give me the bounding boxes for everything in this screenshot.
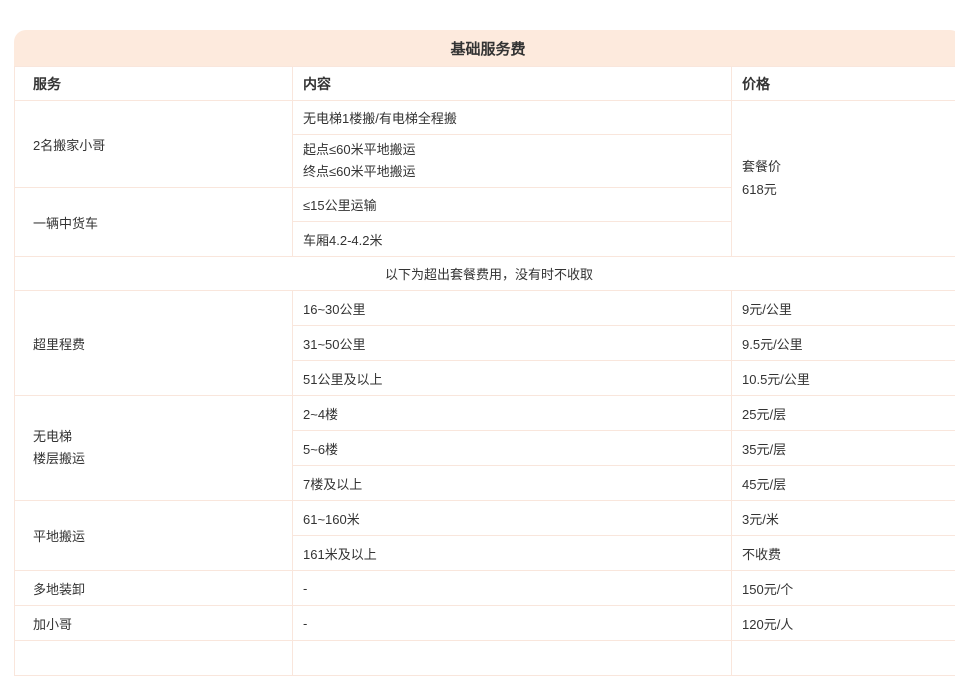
service-cell: 无电梯 楼层搬运 xyxy=(15,396,293,501)
price-cell xyxy=(732,641,955,676)
price-cell: 120元/人 xyxy=(732,606,955,641)
banner-note: 以下为超出套餐费用，没有时不收取 xyxy=(15,257,955,291)
table-row: 平地搬运 61~160米 3元/米 xyxy=(15,501,955,536)
table-row: 多地装卸 - 150元/个 xyxy=(15,571,955,606)
price-cell: 150元/个 xyxy=(732,571,955,606)
content-cell: 车厢4.2-4.2米 xyxy=(293,222,732,257)
price-cell: 套餐价 618元 xyxy=(732,101,955,257)
table-row: 加小哥 - 120元/人 xyxy=(15,606,955,641)
service-cell: 多地装卸 xyxy=(15,571,293,606)
content-cell: 无电梯1楼搬/有电梯全程搬 xyxy=(293,101,732,135)
content-cell: 161米及以上 xyxy=(293,536,732,571)
content-cell: 7楼及以上 xyxy=(293,466,732,501)
content-cell: - xyxy=(293,606,732,641)
content-cell: - xyxy=(293,571,732,606)
price-cell: 不收费 xyxy=(732,536,955,571)
content-cell: 2~4楼 xyxy=(293,396,732,431)
price-cell: 45元/层 xyxy=(732,466,955,501)
price-cell: 9.5元/公里 xyxy=(732,326,955,361)
content-cell: ≤15公里运输 xyxy=(293,188,732,222)
table-row: 2名搬家小哥 无电梯1楼搬/有电梯全程搬 套餐价 618元 xyxy=(15,101,955,135)
content-cell: 5~6楼 xyxy=(293,431,732,466)
table-row xyxy=(15,641,955,676)
price-cell: 35元/层 xyxy=(732,431,955,466)
banner-row: 以下为超出套餐费用，没有时不收取 xyxy=(15,257,955,291)
price-cell: 25元/层 xyxy=(732,396,955,431)
col-header-service: 服务 xyxy=(15,67,293,101)
content-cell: 起点≤60米平地搬运 终点≤60米平地搬运 xyxy=(293,135,732,188)
pricing-table: 服务 内容 价格 2名搬家小哥 无电梯1楼搬/有电梯全程搬 套餐价 618元 起… xyxy=(14,66,955,676)
pricing-card-title: 基础服务费 xyxy=(14,30,955,66)
service-cell: 平地搬运 xyxy=(15,501,293,571)
price-cell: 10.5元/公里 xyxy=(732,361,955,396)
table-row: 无电梯 楼层搬运 2~4楼 25元/层 xyxy=(15,396,955,431)
service-cell xyxy=(15,641,293,676)
table-header-row: 服务 内容 价格 xyxy=(15,67,955,101)
col-header-content: 内容 xyxy=(293,67,732,101)
price-cell: 3元/米 xyxy=(732,501,955,536)
content-cell: 16~30公里 xyxy=(293,291,732,326)
table-row: 超里程费 16~30公里 9元/公里 xyxy=(15,291,955,326)
service-cell: 加小哥 xyxy=(15,606,293,641)
service-cell: 2名搬家小哥 xyxy=(15,101,293,188)
price-cell: 9元/公里 xyxy=(732,291,955,326)
content-cell: 51公里及以上 xyxy=(293,361,732,396)
service-cell: 超里程费 xyxy=(15,291,293,396)
content-cell: 61~160米 xyxy=(293,501,732,536)
service-cell: 一辆中货车 xyxy=(15,188,293,257)
content-cell xyxy=(293,641,732,676)
content-cell: 31~50公里 xyxy=(293,326,732,361)
col-header-price: 价格 xyxy=(732,67,955,101)
pricing-card: 基础服务费 服务 内容 价格 2名搬家小哥 无电梯1楼搬/有电梯全程搬 套餐价 … xyxy=(14,30,955,676)
